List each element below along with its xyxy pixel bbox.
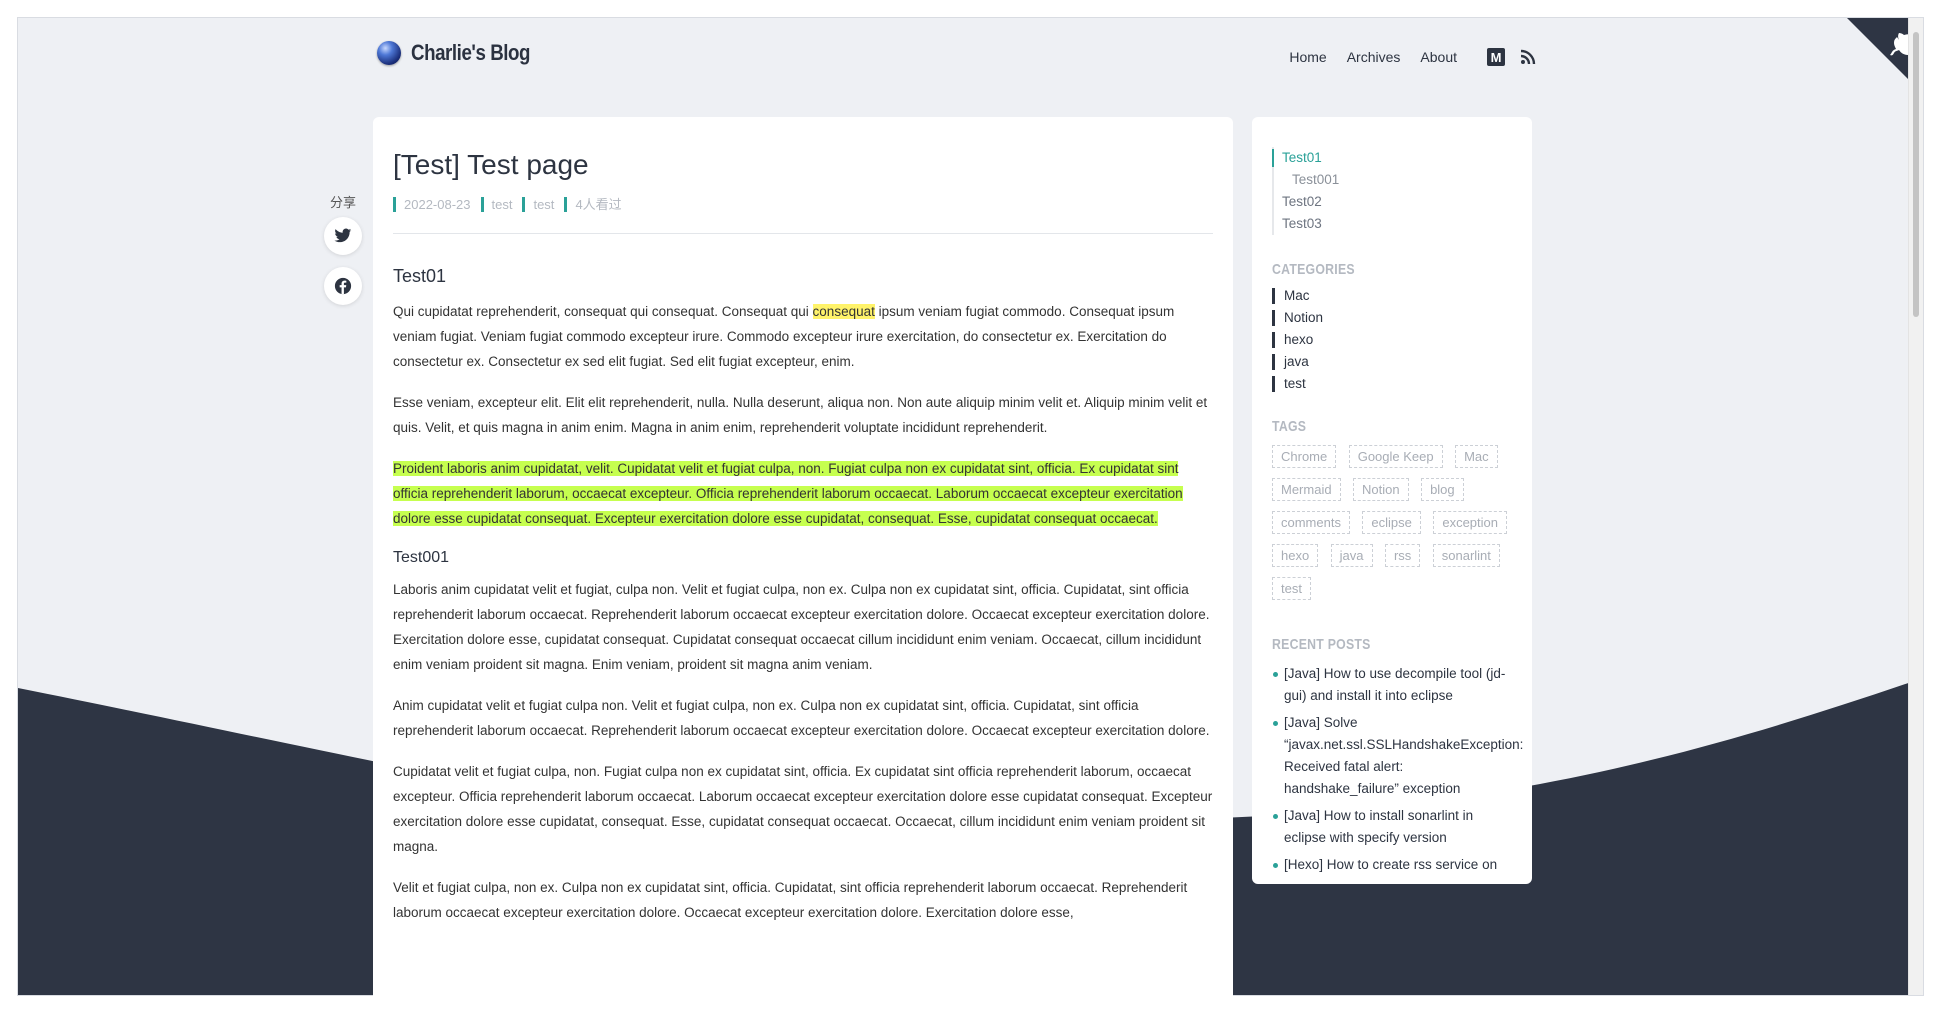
share-panel: 分享 bbox=[322, 192, 364, 317]
post-date: 2022-08-23 bbox=[393, 197, 471, 212]
main-nav: Home Archives About M bbox=[1269, 48, 1537, 66]
tag-eclipse[interactable]: eclipse bbox=[1362, 511, 1421, 534]
categories-title: CATEGORIES bbox=[1272, 261, 1355, 278]
category-test[interactable]: test bbox=[1272, 376, 1532, 392]
tags-title: TAGS bbox=[1272, 418, 1307, 435]
tag-mermaid[interactable]: Mermaid bbox=[1272, 478, 1341, 501]
tag-sonarlint[interactable]: sonarlint bbox=[1432, 544, 1500, 567]
page-scrollbar[interactable] bbox=[1908, 18, 1923, 995]
table-of-contents: Test01 Test001 Test02 Test03 bbox=[1272, 147, 1532, 235]
recent-posts-list: [Java] How to use decompile tool (jd-gui… bbox=[1272, 663, 1523, 876]
post-meta: 2022-08-23 test test 4人看过 bbox=[393, 197, 1213, 212]
paragraph-text: Qui cupidatat reprehenderit, consequat q… bbox=[393, 304, 813, 319]
medium-icon[interactable]: M bbox=[1487, 48, 1505, 66]
post-category-link[interactable]: test bbox=[480, 197, 512, 212]
share-twitter-button[interactable] bbox=[324, 217, 362, 255]
tag-rss[interactable]: rss bbox=[1384, 544, 1421, 567]
tag-blog[interactable]: blog bbox=[1421, 478, 1464, 501]
share-facebook-button[interactable] bbox=[324, 267, 362, 305]
tag-mac[interactable]: Mac bbox=[1455, 445, 1498, 468]
tag-test[interactable]: test bbox=[1272, 577, 1311, 600]
recent-post-link[interactable]: [Java] How to install sonarlint in eclip… bbox=[1272, 805, 1518, 849]
recent-posts-title: RECENT POSTS bbox=[1272, 636, 1371, 653]
toc-item-test02[interactable]: Test02 bbox=[1282, 191, 1532, 213]
paragraph: Esse veniam, excepteur elit. Elit elit r… bbox=[393, 395, 1208, 435]
paragraph: Cupidatat velit et fugiat culpa, non. Fu… bbox=[393, 764, 1213, 854]
paragraph: Qui cupidatat reprehenderit, consequat q… bbox=[393, 299, 1213, 374]
title-divider bbox=[393, 233, 1213, 234]
rss-icon[interactable] bbox=[1519, 48, 1537, 66]
site-logo[interactable]: Charlie's Blog bbox=[377, 40, 551, 66]
nav-about[interactable]: About bbox=[1420, 49, 1457, 65]
recent-post-link[interactable]: [Hexo] How to create rss service on bbox=[1272, 854, 1518, 876]
post-views: 4人看过 bbox=[564, 197, 622, 212]
category-mac[interactable]: Mac bbox=[1272, 288, 1532, 304]
tag-google-keep[interactable]: Google Keep bbox=[1348, 445, 1443, 468]
category-hexo[interactable]: hexo bbox=[1272, 332, 1532, 348]
toc-item-test03[interactable]: Test03 bbox=[1282, 213, 1532, 235]
post-article: [Test] Test page 2022-08-23 test test 4人… bbox=[373, 117, 1233, 1017]
site-header: Charlie's Blog Home Archives About M bbox=[377, 40, 1537, 80]
facebook-icon bbox=[334, 277, 352, 295]
tag-chrome[interactable]: Chrome bbox=[1272, 445, 1337, 468]
toc-item-test001[interactable]: Test001 bbox=[1282, 169, 1532, 191]
nav-archives[interactable]: Archives bbox=[1347, 49, 1401, 65]
paragraph: Laboris anim cupidatat velit et fugiat, … bbox=[393, 582, 1210, 672]
tag-comments[interactable]: comments bbox=[1272, 511, 1350, 534]
recent-post-link[interactable]: [Java] How to use decompile tool (jd-gui… bbox=[1272, 663, 1518, 707]
post-tag-link[interactable]: test bbox=[522, 197, 554, 212]
category-notion[interactable]: Notion bbox=[1272, 310, 1532, 326]
toc-item-test01[interactable]: Test01 bbox=[1272, 147, 1532, 169]
paragraph: Velit et fugiat culpa, non ex. Culpa non… bbox=[393, 880, 1188, 920]
twitter-icon bbox=[334, 228, 352, 243]
highlighted-paragraph: Proident laboris anim cupidatat, velit. … bbox=[393, 456, 1213, 531]
logo-orb-icon bbox=[377, 41, 401, 65]
heading-test01: Test01 bbox=[393, 266, 447, 286]
sidebar: Test01 Test001 Test02 Test03 CATEGORIES … bbox=[1252, 117, 1532, 884]
post-title: [Test] Test page bbox=[393, 149, 589, 180]
heading-test001: Test001 bbox=[393, 549, 450, 566]
share-label: 分享 bbox=[329, 195, 356, 210]
tag-hexo[interactable]: hexo bbox=[1272, 544, 1319, 567]
category-java[interactable]: java bbox=[1272, 354, 1532, 370]
tag-java[interactable]: java bbox=[1330, 544, 1373, 567]
highlight-text: Proident laboris anim cupidatat, velit. … bbox=[393, 461, 1183, 526]
nav-home[interactable]: Home bbox=[1289, 49, 1326, 65]
tag-exception[interactable]: exception bbox=[1433, 511, 1507, 534]
tag-cloud: Chrome Google Keep Mac Mermaid Notion bl… bbox=[1272, 445, 1522, 610]
tag-notion[interactable]: Notion bbox=[1353, 478, 1409, 501]
scrollbar-thumb[interactable] bbox=[1913, 32, 1919, 317]
site-title[interactable]: Charlie's Blog bbox=[411, 40, 530, 66]
recent-post-link[interactable]: [Java] Solve “javax.net.ssl.SSLHandshake… bbox=[1272, 712, 1523, 800]
paragraph: Anim cupidatat velit et fugiat culpa non… bbox=[393, 698, 1210, 738]
highlighted-word: consequat bbox=[812, 304, 875, 319]
